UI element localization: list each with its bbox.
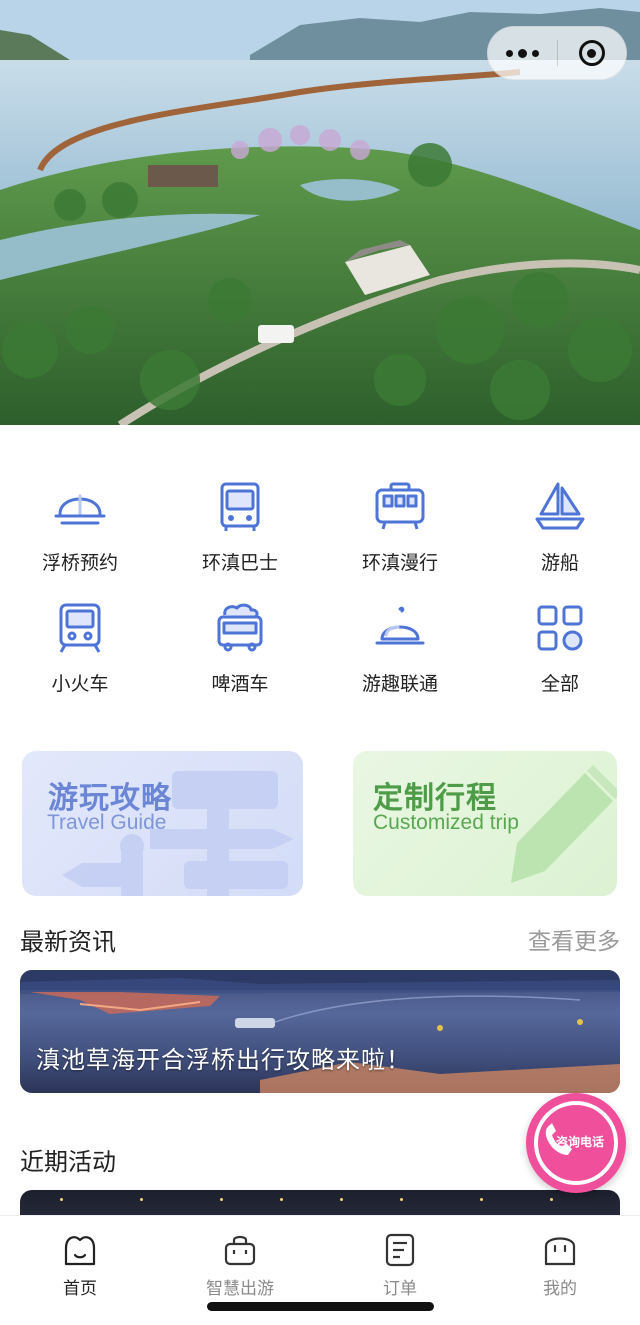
target-icon[interactable] [558,40,627,66]
home-icon [64,1236,96,1266]
tab-label: 首页 [63,1279,97,1299]
grid-item-boat[interactable]: 游船 [480,470,640,580]
service-bell-icon [375,606,425,645]
consult-phone-button[interactable]: 咨询电话 [526,1093,626,1193]
tab-smart-travel[interactable]: 智慧出游 [160,1230,320,1299]
grid-item-train[interactable]: 小火车 [0,591,160,701]
activity-section-title: 近期活动 [20,1148,116,1176]
bus-icon [220,482,260,531]
grid-item-bridge[interactable]: 浮桥预约 [0,470,160,580]
grid-item-bus[interactable]: 环滇巴士 [160,470,320,580]
grid-item-tram[interactable]: 环滇漫行 [320,470,480,580]
profile-icon [544,1237,576,1266]
grid-label: 小火车 [51,673,109,695]
view-more-link[interactable]: 查看更多 [528,922,620,956]
tab-orders[interactable]: 订单 [320,1230,480,1299]
travel-guide-card[interactable]: 游玩攻略 Travel Guide [22,751,303,896]
hero-banner-image[interactable] [0,0,640,425]
grid-item-beer-bus[interactable]: 啤酒车 [160,591,320,701]
grid-label: 游船 [540,552,579,574]
more-dots-icon[interactable] [488,48,557,58]
grid-item-all[interactable]: 全部 [480,591,640,701]
tab-mine[interactable]: 我的 [480,1230,640,1299]
bridge-icon [54,494,106,525]
grid-label: 环滇巴士 [201,552,278,574]
sailboat-icon [535,482,585,530]
grid-label: 全部 [540,673,579,695]
tab-label: 我的 [543,1279,577,1299]
mini-program-capsule [487,26,627,80]
customized-trip-card[interactable]: 定制行程 Customized trip [353,751,617,896]
tab-label: 订单 [383,1279,417,1299]
train-icon [59,603,101,653]
grid-item-service[interactable]: 游趣联通 [320,591,480,701]
consult-phone-label: 咨询电话 [556,1135,605,1149]
customized-trip-subtitle: Customized trip [373,811,519,834]
home-indicator [207,1302,434,1311]
news-item[interactable]: 滇池草海开合浮桥出行攻略来啦！ [20,970,620,1093]
order-icon [385,1233,415,1267]
bag-icon [224,1235,256,1266]
grid-all-icon [537,605,583,651]
grid-label: 浮桥预约 [41,552,118,574]
tab-home[interactable]: 首页 [0,1230,160,1299]
news-item-caption: 滇池草海开合浮桥出行攻略来啦！ [36,1046,411,1074]
beer-bus-icon [217,603,263,652]
grid-label: 啤酒车 [211,673,269,695]
grid-label: 游趣联通 [361,673,438,695]
travel-guide-subtitle: Travel Guide [47,811,167,834]
tab-label: 智慧出游 [206,1279,274,1299]
news-section-title: 最新资讯 [20,928,116,956]
grid-label: 环滇漫行 [361,552,438,574]
tram-icon [375,482,425,530]
